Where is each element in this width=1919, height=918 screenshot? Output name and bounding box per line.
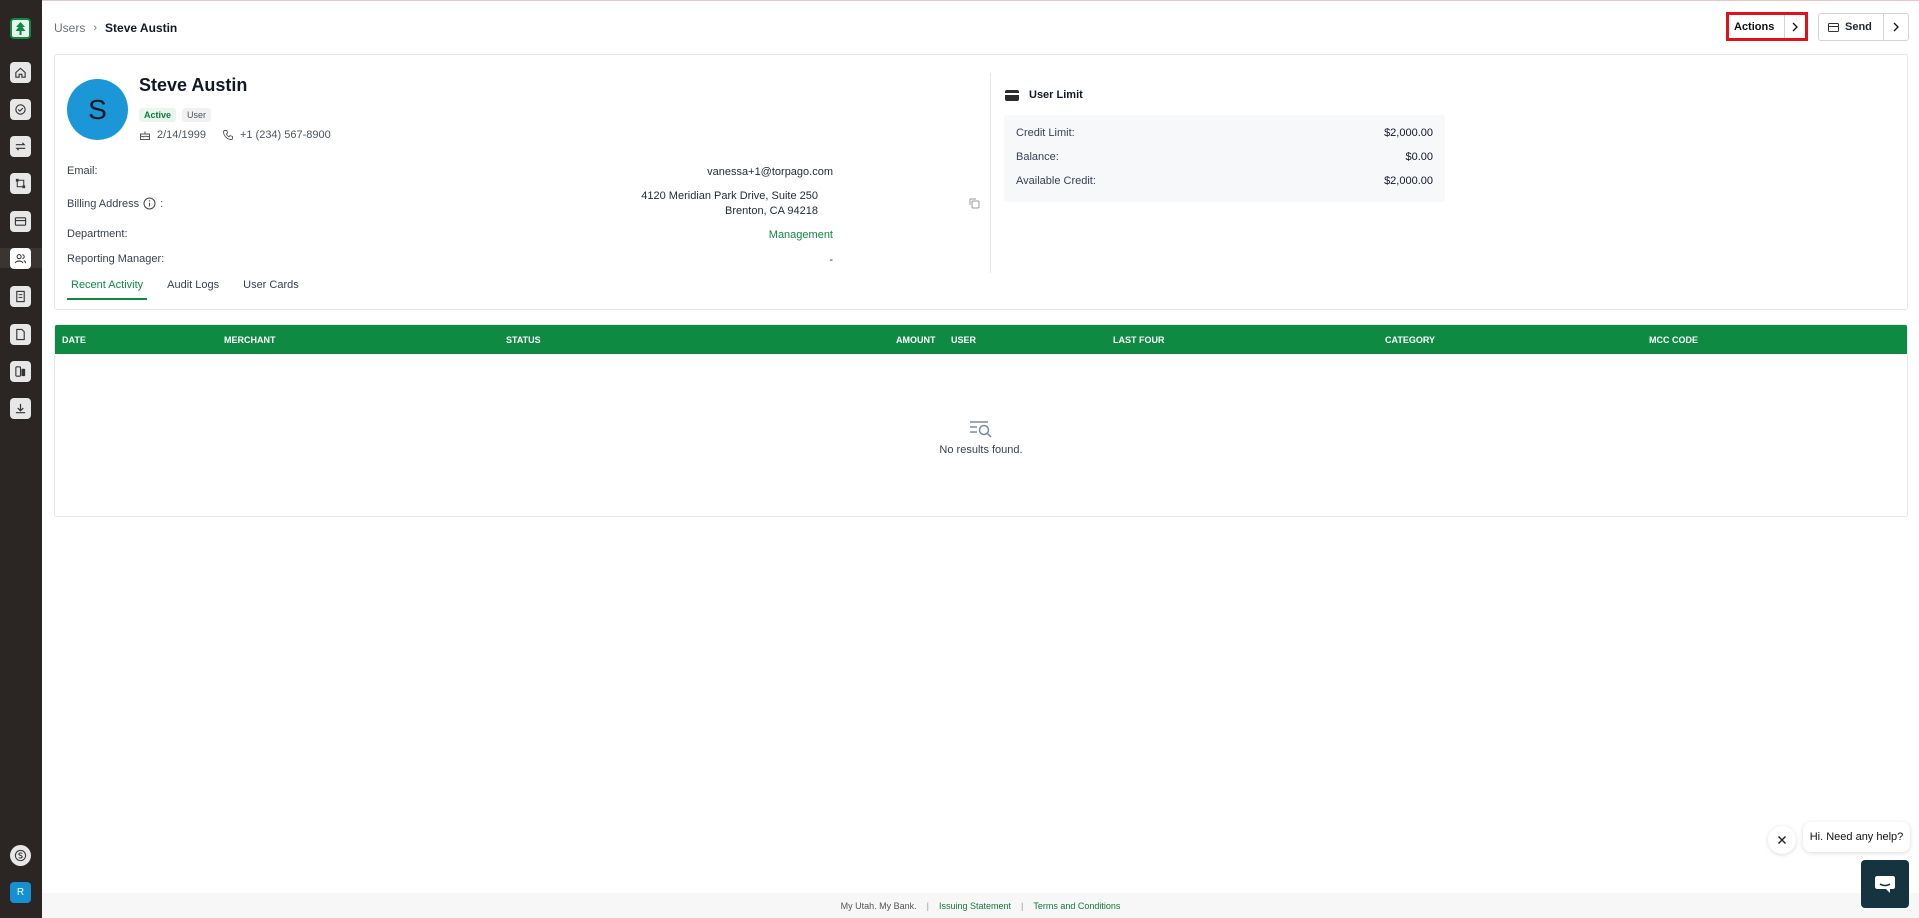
help-bubble[interactable]: Hi. Need any help? xyxy=(1803,822,1910,852)
balance-value: $0.00 xyxy=(1405,151,1433,163)
send-button[interactable]: Send xyxy=(1818,13,1909,41)
billing-address-line2: Brenton, CA 94218 xyxy=(725,205,818,217)
balance-row: Balance: $0.00 xyxy=(1016,151,1433,163)
user-name: Steve Austin xyxy=(139,75,248,95)
column-header-last-four[interactable]: LAST FOUR xyxy=(1113,335,1165,345)
column-header-date[interactable]: DATE xyxy=(62,335,86,345)
help-close-button[interactable] xyxy=(1768,826,1796,854)
billing-address-label-text: Billing Address xyxy=(67,197,140,210)
download-icon[interactable] xyxy=(10,398,31,419)
ledger-icon[interactable] xyxy=(10,286,31,307)
credit-limit-row: Credit Limit: $2,000.00 xyxy=(1016,127,1433,139)
tab-recent-activity[interactable]: Recent Activity xyxy=(67,279,148,300)
status-badge: Active xyxy=(139,108,177,122)
reporting-manager-value: - xyxy=(829,254,833,266)
column-header-user[interactable]: USER xyxy=(951,335,976,345)
empty-state: No results found. xyxy=(55,419,1907,456)
department-label: Department: xyxy=(67,228,128,240)
bank-icon[interactable] xyxy=(10,361,31,382)
user-limit-panel: Credit Limit: $2,000.00 Balance: $0.00 A… xyxy=(1004,115,1445,202)
breadcrumb-users-link[interactable]: Users xyxy=(54,21,85,35)
column-header-merchant[interactable]: MERCHANT xyxy=(224,335,276,345)
available-credit-row: Available Credit: $2,000.00 xyxy=(1016,175,1433,187)
empty-state-message: No results found. xyxy=(939,444,1023,456)
user-avatar-initial: S xyxy=(88,93,107,125)
copy-icon[interactable] xyxy=(969,198,980,209)
email-label: Email: xyxy=(67,165,98,177)
breadcrumb-current: Steve Austin xyxy=(105,21,178,35)
column-header-mcc-code[interactable]: MCC CODE xyxy=(1649,335,1698,345)
tab-audit-logs[interactable]: Audit Logs xyxy=(163,279,223,300)
info-icon[interactable] xyxy=(143,197,156,210)
user-profile-card: S Steve Austin Active User 2/14/1999 +1 … xyxy=(54,54,1908,310)
reporting-manager-label: Reporting Manager: xyxy=(67,253,165,265)
chat-button[interactable] xyxy=(1861,860,1909,908)
account-avatar[interactable]: R xyxy=(10,882,31,903)
account-avatar-initial: R xyxy=(16,887,25,898)
issuing-statement-link[interactable]: Issuing Statement xyxy=(939,901,1011,911)
billing-address-label: Billing Address : xyxy=(67,197,163,210)
workflow-icon[interactable] xyxy=(10,173,31,194)
actions-button[interactable]: Actions xyxy=(1726,12,1808,41)
role-badge: User xyxy=(182,108,212,122)
user-avatar: S xyxy=(67,79,128,140)
user-birthdate: 2/14/1999 xyxy=(157,129,206,141)
help-bubble-text: Hi. Need any help? xyxy=(1809,831,1904,843)
available-credit-value: $2,000.00 xyxy=(1384,175,1433,187)
cake-icon xyxy=(140,131,150,140)
footer-separator: | xyxy=(926,900,929,911)
top-border xyxy=(0,0,1919,1)
credit-limit-label: Credit Limit: xyxy=(1016,127,1075,139)
available-credit-label: Available Credit: xyxy=(1016,175,1096,187)
phone-icon xyxy=(222,130,233,140)
profile-tabs: Recent Activity Audit Logs User Cards xyxy=(67,279,319,300)
terms-link[interactable]: Terms and Conditions xyxy=(1033,901,1120,911)
document-icon[interactable] xyxy=(10,324,31,345)
app-logo-icon[interactable] xyxy=(10,18,31,39)
dollar-icon[interactable] xyxy=(10,845,31,866)
billing-address-line1: 4120 Meridian Park Drive, Suite 250 xyxy=(641,190,818,202)
user-limit-title: User Limit xyxy=(1029,89,1083,101)
section-divider xyxy=(990,73,991,273)
search-list-icon xyxy=(970,421,992,438)
breadcrumb: Users › Steve Austin xyxy=(54,21,177,35)
footer-tagline: My Utah. My Bank. xyxy=(840,900,917,911)
card-icon[interactable] xyxy=(10,211,31,232)
user-limit-header: User Limit xyxy=(1005,89,1083,101)
column-header-status[interactable]: STATUS xyxy=(506,335,541,345)
user-meta-row: 2/14/1999 +1 (234) 567-8900 xyxy=(139,129,347,141)
column-header-amount[interactable]: AMOUNT xyxy=(896,335,936,345)
card-icon xyxy=(1828,22,1839,32)
tasks-icon[interactable] xyxy=(10,99,31,120)
chevron-right-icon[interactable] xyxy=(1784,15,1805,38)
activity-table: DATE MERCHANT STATUS AMOUNT USER LAST FO… xyxy=(54,324,1908,517)
actions-button-label: Actions xyxy=(1734,20,1775,33)
tab-user-cards[interactable]: User Cards xyxy=(239,279,303,300)
department-value[interactable]: Management xyxy=(769,229,833,241)
credit-limit-value: $2,000.00 xyxy=(1384,127,1433,139)
send-button-label: Send xyxy=(1845,21,1872,33)
table-header: DATE MERCHANT STATUS AMOUNT USER LAST FO… xyxy=(55,325,1907,354)
footer: My Utah. My Bank. | Issuing Statement | … xyxy=(42,893,1919,918)
footer-separator: | xyxy=(1021,900,1024,911)
chevron-right-icon[interactable] xyxy=(1883,14,1908,40)
sidebar: R xyxy=(0,0,42,918)
credit-card-icon xyxy=(1005,89,1019,101)
transfer-icon[interactable] xyxy=(10,136,31,157)
email-value[interactable]: vanessa+1@torpago.com xyxy=(707,166,833,178)
home-icon[interactable] xyxy=(10,62,31,83)
breadcrumb-chevron-icon: › xyxy=(93,22,98,34)
users-icon[interactable] xyxy=(10,248,31,269)
column-header-category[interactable]: CATEGORY xyxy=(1385,335,1435,345)
balance-label: Balance: xyxy=(1016,151,1059,163)
billing-address-value: 4120 Meridian Park Drive, Suite 250 Bren… xyxy=(641,189,818,219)
chat-icon xyxy=(1875,876,1895,893)
close-icon xyxy=(1778,836,1786,844)
billing-address-colon: : xyxy=(160,197,164,210)
user-phone: +1 (234) 567-8900 xyxy=(239,129,331,141)
